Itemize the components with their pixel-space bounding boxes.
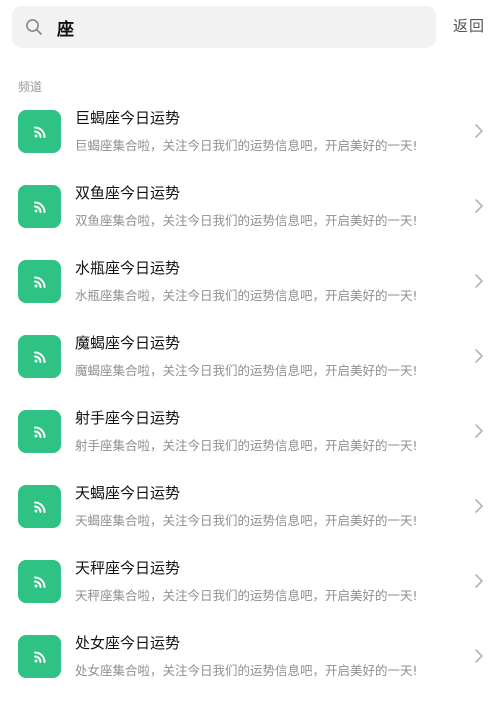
channel-item[interactable]: 双鱼座今日运势 双鱼座集合啦，关注今日我们的运势信息吧，开启美好的一天! [0, 184, 500, 257]
channel-avatar [18, 410, 61, 453]
channel-subtitle: 处女座集合啦，关注今日我们的运势信息吧，开启美好的一天! [75, 663, 418, 678]
channel-subtitle: 魔蝎座集合啦，关注今日我们的运势信息吧，开启美好的一天! [75, 363, 418, 378]
channel-avatar [18, 635, 61, 678]
channel-title: 处女座今日运势 [75, 634, 181, 652]
channel-avatar [18, 185, 61, 228]
channel-title: 射手座今日运势 [75, 409, 181, 427]
rss-icon [33, 126, 45, 138]
channel-item[interactable]: 射手座今日运势 射手座集合啦，关注今日我们的运势信息吧，开启美好的一天! [0, 409, 500, 482]
rss-icon [33, 351, 45, 363]
chevron-right-icon [475, 499, 483, 513]
channel-avatar [18, 260, 61, 303]
channel-subtitle: 双鱼座集合啦，关注今日我们的运势信息吧，开启美好的一天! [75, 213, 418, 228]
chevron-right-icon [475, 199, 483, 213]
rss-icon [33, 501, 45, 513]
channel-item[interactable]: 处女座今日运势 处女座集合啦，关注今日我们的运势信息吧，开启美好的一天! [0, 634, 500, 707]
chevron-right-icon [475, 349, 483, 363]
chevron-right-icon [475, 124, 483, 138]
channel-item[interactable]: 天秤座今日运势 天秤座集合啦，关注今日我们的运势信息吧，开启美好的一天! [0, 559, 500, 632]
channel-item[interactable]: 天蝎座今日运势 天蝎座集合啦，关注今日我们的运势信息吧，开启美好的一天! [0, 484, 500, 557]
channel-avatar [18, 335, 61, 378]
chevron-right-icon [475, 649, 483, 663]
search-bar[interactable] [12, 6, 436, 48]
channel-title: 巨蝎座今日运势 [75, 109, 181, 127]
channel-title: 双鱼座今日运势 [75, 184, 181, 202]
channel-subtitle: 天蝎座集合啦，关注今日我们的运势信息吧，开启美好的一天! [75, 513, 418, 528]
channel-avatar [18, 110, 61, 153]
search-icon [26, 19, 42, 35]
chevron-right-icon [475, 574, 483, 588]
channel-title: 天秤座今日运势 [75, 559, 181, 577]
channel-avatar [18, 485, 61, 528]
channel-title: 天蝎座今日运势 [75, 484, 181, 502]
channel-item[interactable]: 巨蝎座今日运势 巨蝎座集合啦，关注今日我们的运势信息吧，开启美好的一天! [0, 109, 500, 182]
rss-icon [33, 426, 45, 438]
rss-icon [33, 276, 45, 288]
channel-avatar [18, 560, 61, 603]
search-input[interactable] [57, 6, 427, 48]
channel-item[interactable]: 水瓶座今日运势 水瓶座集合啦，关注今日我们的运势信息吧，开启美好的一天! [0, 259, 500, 332]
section-label: 频道 [18, 80, 43, 94]
channel-subtitle: 射手座集合啦，关注今日我们的运势信息吧，开启美好的一天! [75, 438, 418, 453]
channel-item[interactable]: 魔蝎座今日运势 魔蝎座集合啦，关注今日我们的运势信息吧，开启美好的一天! [0, 334, 500, 407]
channel-title: 魔蝎座今日运势 [75, 334, 181, 352]
channel-subtitle: 天秤座集合啦，关注今日我们的运势信息吧，开启美好的一天! [75, 588, 418, 603]
chevron-right-icon [475, 274, 483, 288]
channel-subtitle: 水瓶座集合啦，关注今日我们的运势信息吧，开启美好的一天! [75, 288, 418, 303]
rss-icon [33, 201, 45, 213]
channel-subtitle: 巨蝎座集合啦，关注今日我们的运势信息吧，开启美好的一天! [75, 138, 418, 153]
rss-icon [33, 651, 45, 663]
channel-title: 水瓶座今日运势 [75, 259, 181, 277]
back-button[interactable]: 返回 [453, 15, 485, 36]
rss-icon [33, 576, 45, 588]
chevron-right-icon [475, 424, 483, 438]
